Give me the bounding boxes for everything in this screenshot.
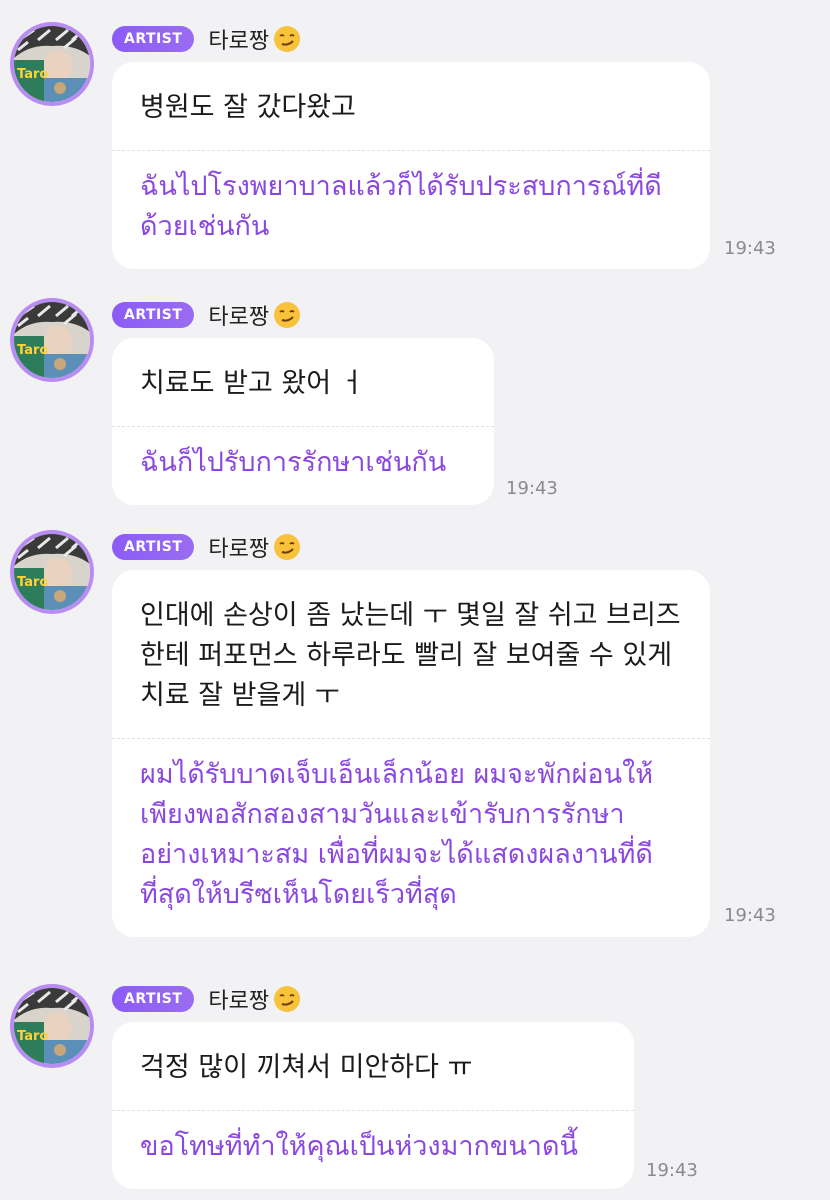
sender-row: ARTIST 타로짱: [112, 984, 301, 1014]
artist-badge: ARTIST: [112, 986, 195, 1012]
smirk-emoji-icon: [273, 25, 301, 53]
avatar[interactable]: [10, 984, 94, 1068]
avatar-image: [14, 988, 90, 1064]
smirk-emoji-icon: [273, 533, 301, 561]
smirk-emoji-icon: [273, 985, 301, 1013]
avatar-image: [14, 534, 90, 610]
artist-badge: ARTIST: [112, 534, 195, 560]
sender-row: ARTIST 타로짱: [112, 532, 301, 562]
message-translation-text: ผมได้รับบาดเจ็บเอ็นเล็กน้อย ผมจะพักผ่อนใ…: [140, 759, 654, 910]
sender-name: 타로짱: [208, 29, 270, 54]
avatar-image: [14, 302, 90, 378]
message-korean-text: 걱정 많이 끼쳐서 미안하다 ㅠ: [140, 1052, 473, 1083]
sender-name: 타로짱: [208, 989, 270, 1014]
message-bubble[interactable]: 걱정 많이 끼쳐서 미안하다 ㅠ ขอโทษที่ทำให้คุณเป็นห่ว…: [112, 1022, 634, 1189]
message-timestamp: 19:43: [506, 478, 558, 499]
message-timestamp: 19:43: [646, 1160, 698, 1181]
message-translation-text: ฉันก็ไปรับการรักษาเช่นกัน: [140, 447, 447, 478]
sender-row: ARTIST 타로짱: [112, 24, 301, 54]
message-timestamp: 19:43: [724, 238, 776, 259]
message-translation-text: ฉันไปโรงพยาบาลแล้วก็ได้รับประสบการณ์ที่ด…: [140, 171, 662, 242]
message-bubble[interactable]: 병원도 잘 갔다왔고 ฉันไปโรงพยาบาลแล้วก็ได้รับประ…: [112, 62, 710, 269]
message-timestamp: 19:43: [724, 905, 776, 926]
message-translation-text: ขอโทษที่ทำให้คุณเป็นห่วงมากขนาดนี้: [140, 1131, 578, 1162]
avatar[interactable]: [10, 298, 94, 382]
message-korean-text: 인대에 손상이 좀 났는데 ㅜ 몇일 잘 쉬고 브리즈한테 퍼포먼스 하루라도 …: [140, 600, 681, 711]
sender-row: ARTIST 타로짱: [112, 300, 301, 330]
message-korean-text: 병원도 잘 갔다왔고: [140, 92, 356, 123]
message-bubble[interactable]: 인대에 손상이 좀 났는데 ㅜ 몇일 잘 쉬고 브리즈한테 퍼포먼스 하루라도 …: [112, 570, 710, 937]
artist-badge: ARTIST: [112, 26, 195, 52]
message-bubble[interactable]: 치료도 받고 왔어 ㅓ ฉันก็ไปรับการรักษาเช่นกัน: [112, 338, 494, 505]
avatar[interactable]: [10, 22, 94, 106]
smirk-emoji-icon: [273, 301, 301, 329]
message-korean-text: 치료도 받고 왔어 ㅓ: [140, 368, 365, 399]
artist-badge: ARTIST: [112, 302, 195, 328]
sender-name: 타로짱: [208, 305, 270, 330]
avatar[interactable]: [10, 530, 94, 614]
avatar-image: [14, 26, 90, 102]
sender-name: 타로짱: [208, 537, 270, 562]
